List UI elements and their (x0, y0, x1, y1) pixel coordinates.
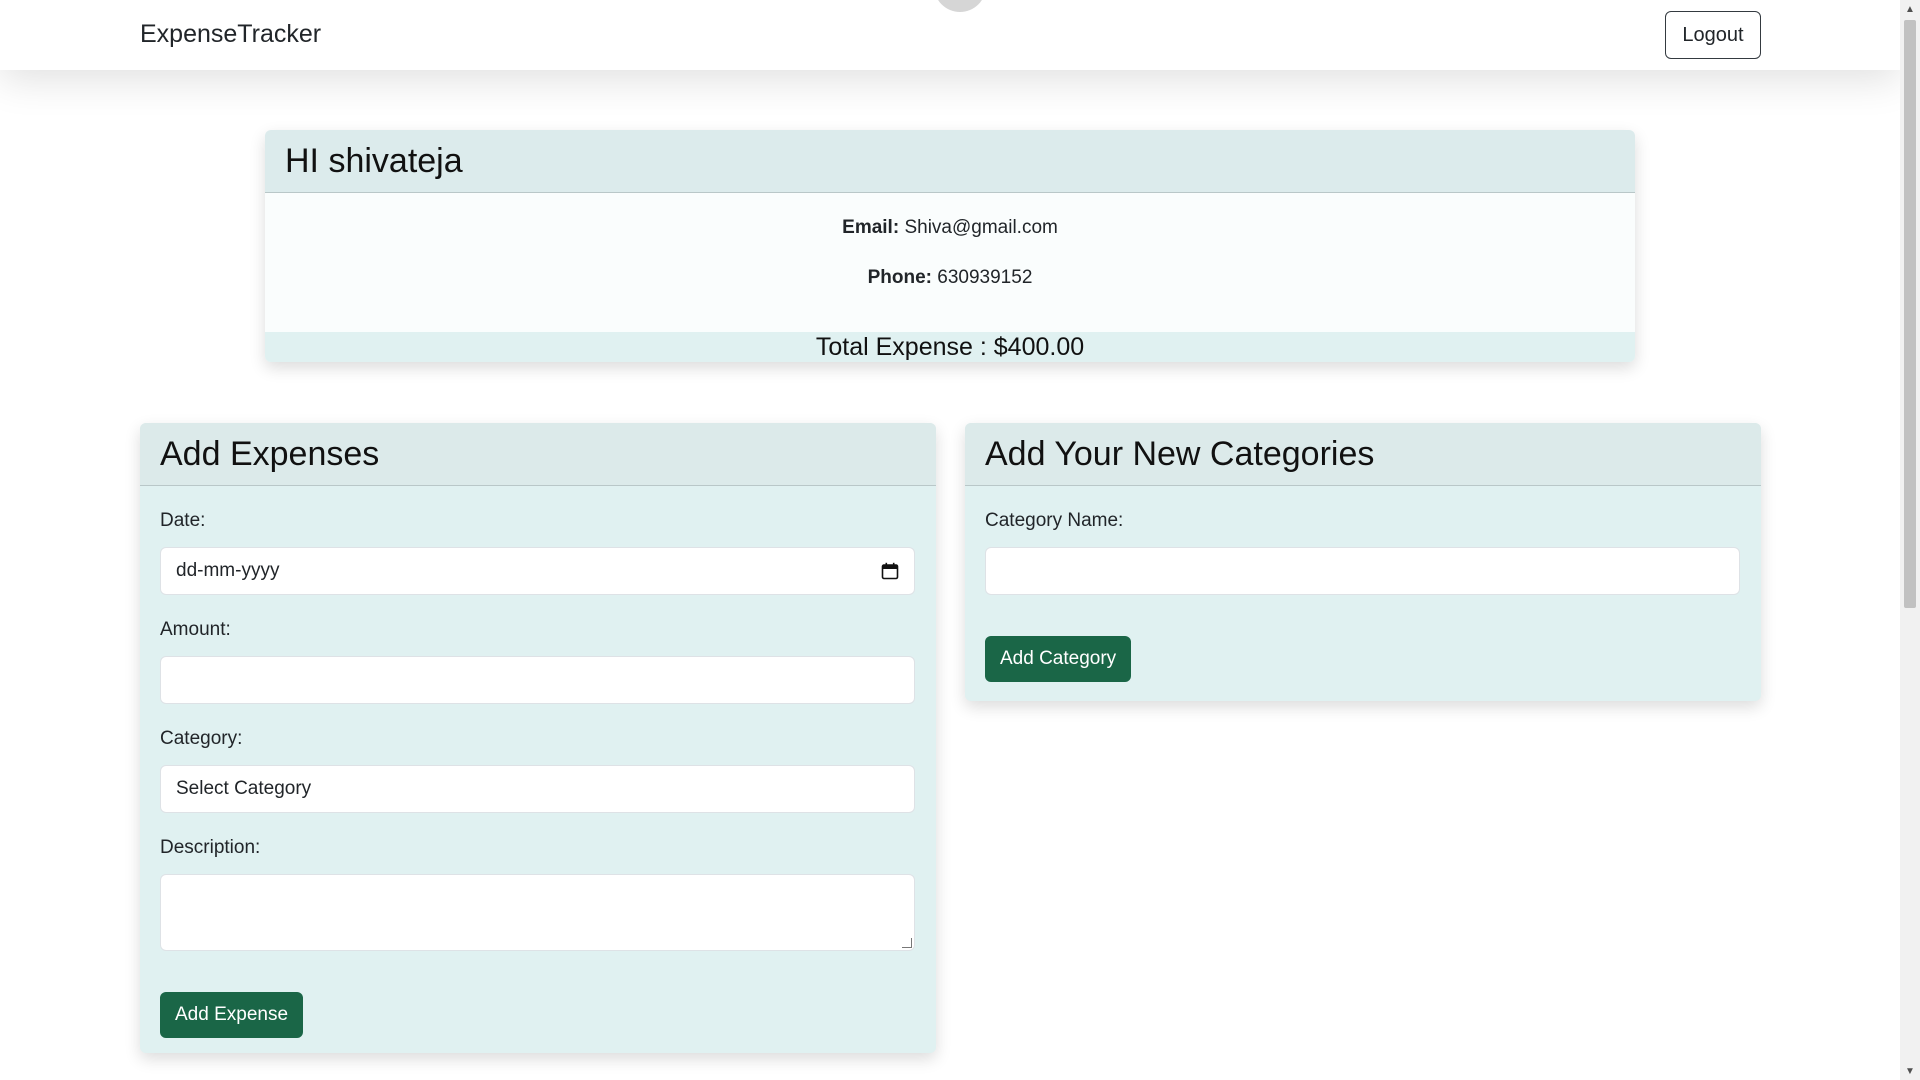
resize-grip-icon[interactable] (902, 938, 912, 948)
calendar-icon[interactable] (881, 562, 899, 580)
category-select[interactable]: Select Category (160, 765, 915, 813)
arrow-up-icon[interactable]: ▲ (1900, 0, 1920, 18)
add-category-button[interactable]: Add Category (985, 636, 1132, 682)
add-expense-form: Date: dd-mm-yyyy Amount: Category: Selec… (140, 510, 936, 1038)
date-input[interactable]: dd-mm-yyyy (160, 547, 915, 595)
phone-label: Phone: (867, 267, 932, 288)
greeting-heading: HI shivateja (285, 141, 463, 180)
email-row: Email: Shiva@gmail.com (265, 217, 1635, 267)
add-expense-card: Add Expenses Date: dd-mm-yyyy Amount: Ca… (140, 423, 936, 1053)
category-name-input[interactable] (985, 547, 1740, 595)
brand-logo[interactable]: ExpenseTracker (140, 20, 321, 49)
scrollbar-thumb[interactable] (1904, 20, 1916, 608)
navbar: ExpenseTracker Logout (0, 0, 1900, 70)
total-expense: Total Expense : $400.00 (265, 332, 1635, 362)
add-category-form: Category Name: Add Category (965, 510, 1761, 682)
phone-row: Phone: 630939152 (265, 267, 1635, 317)
profile-card: HI shivateja Email: Shiva@gmail.com Phon… (265, 130, 1635, 362)
phone-value: 630939152 (937, 267, 1033, 288)
description-textarea[interactable] (160, 874, 915, 951)
logout-button[interactable]: Logout (1665, 11, 1761, 59)
add-category-title: Add Your New Categories (985, 434, 1375, 473)
add-expense-title: Add Expenses (160, 434, 380, 473)
category-label: Category: (160, 728, 243, 749)
date-placeholder: dd-mm-yyyy (176, 560, 280, 581)
add-category-header: Add Your New Categories (965, 423, 1761, 486)
description-label: Description: (160, 837, 261, 858)
add-expense-header: Add Expenses (140, 423, 936, 486)
category-name-label: Category Name: (985, 510, 1124, 531)
email-value: Shiva@gmail.com (904, 217, 1058, 238)
amount-input[interactable] (160, 656, 915, 704)
add-expense-button[interactable]: Add Expense (160, 992, 304, 1038)
date-label: Date: (160, 510, 206, 531)
profile-header: HI shivateja (265, 130, 1635, 193)
amount-label: Amount: (160, 619, 231, 640)
category-selected-value: Select Category (176, 778, 312, 799)
email-label: Email: (842, 217, 900, 238)
vertical-scrollbar[interactable]: ▲ ▼ (1900, 0, 1920, 1080)
add-category-card: Add Your New Categories Category Name: A… (965, 423, 1761, 701)
profile-body: Email: Shiva@gmail.com Phone: 630939152 (265, 193, 1635, 332)
arrow-down-icon[interactable]: ▼ (1900, 1062, 1920, 1080)
